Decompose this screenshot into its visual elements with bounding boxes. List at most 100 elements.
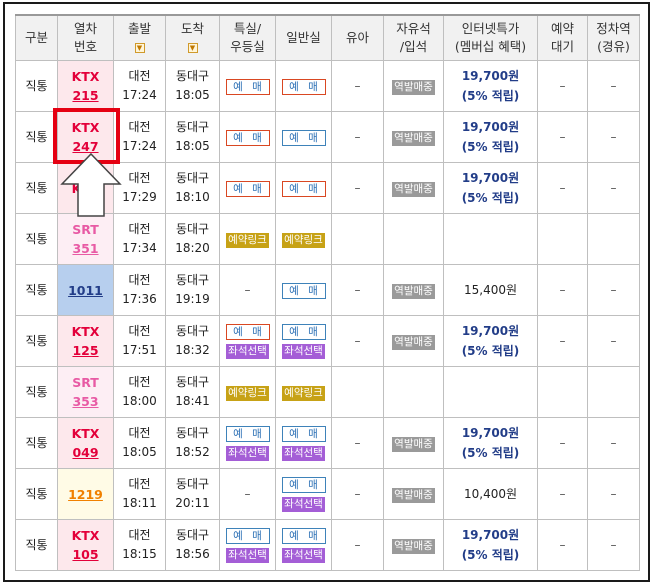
- train-brand-label: KTX: [71, 426, 100, 441]
- train-number-link[interactable]: 215: [58, 86, 113, 105]
- general-seat-select-button[interactable]: 좌석선택: [282, 548, 325, 563]
- cell-infant: –: [331, 60, 384, 112]
- cell-train-number[interactable]: KTX 105: [57, 519, 114, 571]
- waitlist-value: –: [559, 333, 566, 348]
- sort-down-icon[interactable]: ▼: [187, 42, 198, 53]
- cell-stops: –: [587, 264, 640, 316]
- header-infant-label: 유아: [345, 30, 369, 45]
- internet-price: 19,700원: [461, 69, 520, 83]
- cell-infant: [331, 213, 384, 265]
- train-type-label: 직통: [25, 78, 48, 93]
- cell-general: 예약링크: [275, 366, 332, 418]
- cell-internet-price: 19,700원 (5% 적립): [443, 315, 538, 367]
- cell-free-seat: 역발매중: [383, 519, 444, 571]
- cell-depart: 대전 17:34: [113, 213, 166, 265]
- cell-infant: –: [331, 162, 384, 214]
- header-stops-label: 정차역 (경유): [596, 21, 631, 54]
- special-reserve-button[interactable]: 예 매: [225, 528, 270, 544]
- general-reserve-button[interactable]: 예 매: [281, 78, 326, 95]
- cell-special: 예 매: [219, 111, 276, 163]
- cell-arrive: 동대구 18:20: [165, 213, 220, 265]
- depart-time: 18:15: [122, 547, 157, 561]
- cell-free-seat: 역발매중: [383, 264, 444, 316]
- cell-train-number[interactable]: KTX 049: [57, 417, 114, 469]
- special-seat-select-button[interactable]: 좌석선택: [226, 344, 269, 359]
- cell-train-number[interactable]: 1011: [57, 264, 114, 316]
- header-special: 특실/ 우등실: [219, 14, 276, 61]
- cell-special: 예 매좌석선택: [219, 519, 276, 571]
- depart-station: 대전: [128, 222, 151, 236]
- arrive-time: 19:19: [175, 292, 210, 306]
- special-reserve-button[interactable]: 예 매: [225, 129, 270, 146]
- cell-arrive: 동대구 18:56: [165, 519, 220, 571]
- train-number-link[interactable]: 1011: [58, 281, 113, 300]
- general-reserve-button[interactable]: 예 매: [281, 426, 326, 442]
- train-brand-label: SRT: [72, 375, 99, 390]
- internet-price: 19,700원: [461, 120, 520, 134]
- general-seat-select-button[interactable]: 좌석선택: [282, 497, 325, 512]
- train-type-label: 직통: [25, 537, 48, 552]
- cell-train-number[interactable]: KTX 215: [57, 60, 114, 112]
- cell-free-seat: [383, 213, 444, 265]
- arrive-station: 동대구: [175, 528, 210, 542]
- general-reserve-button[interactable]: 예 매: [281, 528, 326, 544]
- general-reserve-button[interactable]: 예 매: [281, 477, 326, 493]
- train-number-link[interactable]: 105: [58, 545, 113, 564]
- cell-general: 예 매: [275, 60, 332, 112]
- train-number-link[interactable]: 125: [58, 341, 113, 360]
- station-sale-badge: 역발매중: [392, 283, 435, 299]
- special-reserve-button[interactable]: 예 매: [225, 426, 270, 442]
- train-number-link[interactable]: 049: [58, 443, 113, 462]
- cell-stops: [587, 366, 640, 418]
- general-booking-link-button[interactable]: 예약링크: [282, 232, 325, 248]
- cell-type: 직통: [15, 264, 58, 316]
- depart-time: 18:00: [122, 394, 157, 408]
- depart-station: 대전: [128, 528, 151, 542]
- cell-free-seat: 역발매중: [383, 60, 444, 112]
- arrive-station: 동대구: [175, 120, 210, 134]
- sort-down-icon[interactable]: ▼: [134, 42, 145, 53]
- cell-depart: 대전 18:00: [113, 366, 166, 418]
- general-reserve-button[interactable]: 예 매: [281, 180, 326, 197]
- arrive-time: 18:05: [175, 88, 210, 102]
- cell-special: 예 매좌석선택: [219, 315, 276, 367]
- internet-price: 19,700원: [461, 324, 520, 338]
- cell-train-number[interactable]: 1219: [57, 468, 114, 520]
- arrive-station: 동대구: [175, 222, 210, 236]
- cell-arrive: 동대구 18:05: [165, 111, 220, 163]
- depart-time: 17:36: [122, 292, 157, 306]
- waitlist-value: –: [559, 180, 566, 195]
- cell-type: 직통: [15, 315, 58, 367]
- train-type-label: 직통: [25, 282, 48, 297]
- special-reserve-button[interactable]: 예 매: [225, 324, 270, 340]
- cell-train-number[interactable]: SRT 351: [57, 213, 114, 265]
- cell-train-number[interactable]: SRT 353: [57, 366, 114, 418]
- train-number-link[interactable]: 353: [58, 392, 113, 411]
- train-number-link[interactable]: 1219: [58, 485, 113, 504]
- special-reserve-button[interactable]: 예 매: [225, 78, 270, 95]
- special-seat-select-button[interactable]: 좌석선택: [226, 548, 269, 563]
- header-waitlist: 예약 대기: [537, 14, 588, 61]
- cell-waitlist: –: [537, 111, 588, 163]
- special-seat-select-button[interactable]: 좌석선택: [226, 446, 269, 461]
- header-depart[interactable]: 출발 ▼: [113, 14, 166, 61]
- special-booking-link-button[interactable]: 예약링크: [226, 232, 269, 248]
- cell-stops: –: [587, 111, 640, 163]
- train-brand-label: KTX: [71, 528, 100, 543]
- waitlist-value: –: [559, 129, 566, 144]
- cell-special: –: [219, 264, 276, 316]
- general-reserve-button[interactable]: 예 매: [281, 282, 326, 299]
- cell-train-number[interactable]: KTX 125: [57, 315, 114, 367]
- internet-price: 10,400원: [463, 486, 518, 501]
- header-arrive[interactable]: 도착 ▼: [165, 14, 220, 61]
- header-waitlist-label: 예약 대기: [550, 21, 574, 54]
- general-seat-select-button[interactable]: 좌석선택: [282, 344, 325, 359]
- train-number-link[interactable]: 351: [58, 239, 113, 258]
- special-reserve-button[interactable]: 예 매: [225, 180, 270, 197]
- special-booking-link-button[interactable]: 예약링크: [226, 385, 269, 401]
- general-reserve-button[interactable]: 예 매: [281, 129, 326, 146]
- general-booking-link-button[interactable]: 예약링크: [282, 385, 325, 401]
- header-general: 일반실: [275, 14, 332, 61]
- general-seat-select-button[interactable]: 좌석선택: [282, 446, 325, 461]
- general-reserve-button[interactable]: 예 매: [281, 324, 326, 340]
